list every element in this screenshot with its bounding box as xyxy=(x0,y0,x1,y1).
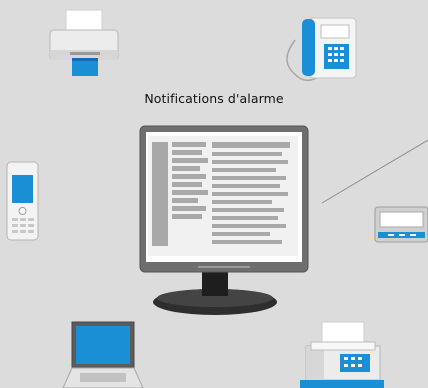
pager-icon xyxy=(374,206,428,243)
connector-line xyxy=(321,139,428,204)
laptop-icon xyxy=(62,321,144,388)
fax-icon xyxy=(300,321,384,388)
mobile-phone-icon xyxy=(6,161,39,241)
diagram-canvas xyxy=(6,9,428,388)
alarm-notifications-diagram: Notifications d'alarme xyxy=(0,0,428,388)
monitor-icon xyxy=(139,125,309,315)
printer-icon xyxy=(49,9,119,76)
desk-phone-icon xyxy=(286,17,357,82)
